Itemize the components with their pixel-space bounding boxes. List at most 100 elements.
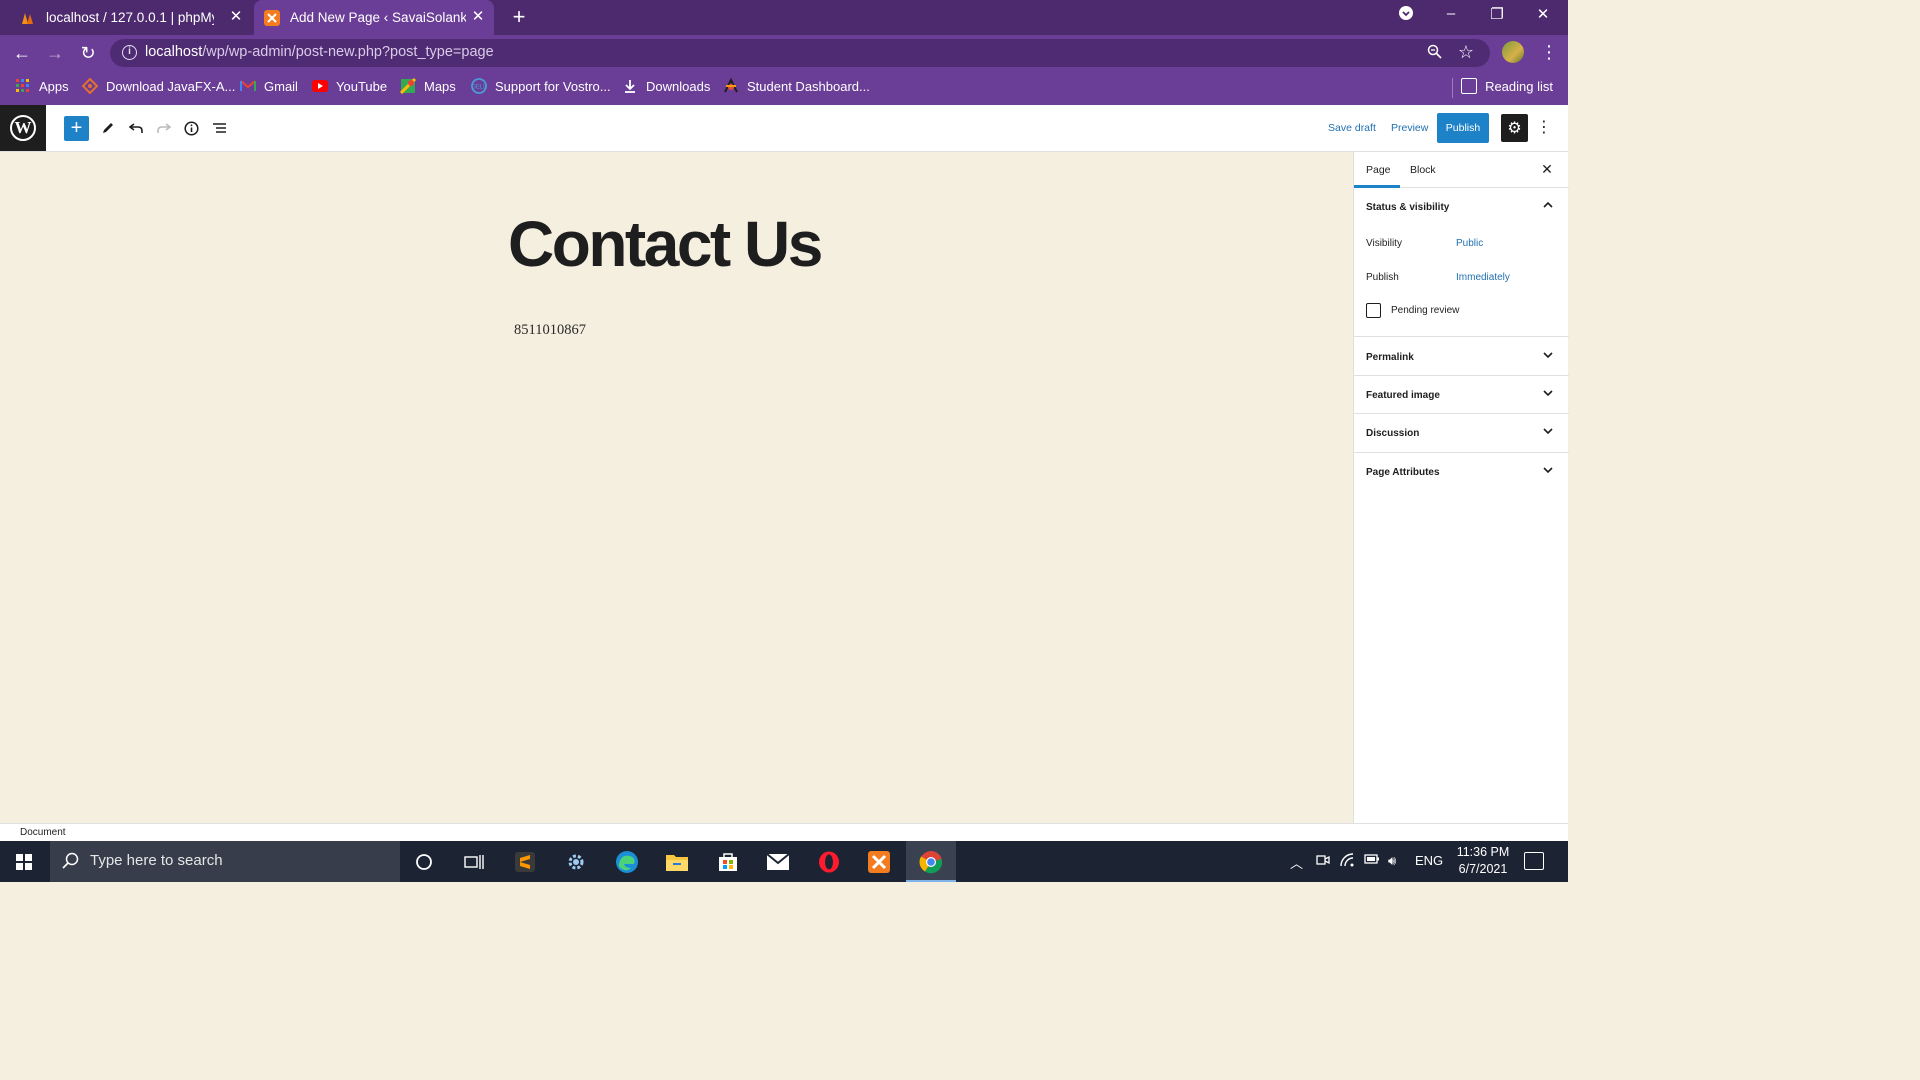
breadcrumb-document[interactable]: Document (20, 827, 66, 838)
tab-block[interactable]: Block (1410, 164, 1436, 176)
bookmark-divider (1452, 78, 1453, 98)
paragraph-block[interactable]: 8511010867 (514, 322, 586, 339)
clock-time: 11:36 PM (1456, 845, 1510, 859)
maps-icon (400, 78, 416, 94)
new-tab-button[interactable]: + (508, 6, 530, 28)
window-close-icon[interactable]: ✕ (1532, 5, 1554, 23)
browser-tab-strip: localhost / 127.0.0.1 | phpMyAdmin ✕ Add… (0, 0, 1568, 35)
edge-browser-icon[interactable] (614, 849, 640, 875)
publish-label: Publish (1366, 272, 1399, 283)
divider (1354, 452, 1569, 453)
task-view-icon[interactable] (461, 849, 487, 875)
editor-canvas[interactable]: Contact Us 8511010867 (0, 152, 1353, 823)
reading-list-button[interactable]: Reading list (1461, 78, 1553, 94)
undo-icon[interactable] (123, 115, 149, 141)
details-info-icon[interactable] (178, 115, 204, 141)
chevron-down-icon[interactable] (1542, 351, 1554, 362)
cortana-icon[interactable] (411, 849, 437, 875)
taskbar-search[interactable]: Type here to search (50, 841, 400, 882)
bookmark-label: Maps (424, 78, 456, 94)
close-icon[interactable]: ✕ (228, 9, 244, 25)
preview-button[interactable]: Preview (1391, 122, 1428, 134)
divider (1354, 375, 1569, 376)
reload-icon[interactable]: ↻ (76, 41, 100, 65)
panel-discussion[interactable]: Discussion (1366, 428, 1419, 439)
bookmark-downloads[interactable]: Downloads (622, 78, 710, 94)
settings-gear-icon[interactable]: ⚙ (1501, 114, 1528, 142)
bookmark-label: Gmail (264, 78, 298, 94)
tab-page[interactable]: Page (1366, 164, 1391, 176)
profile-avatar[interactable] (1502, 41, 1524, 63)
settings-gear-icon[interactable] (563, 849, 589, 875)
panel-page-attributes[interactable]: Page Attributes (1366, 467, 1440, 478)
windows-taskbar: Type here to search ︿ 🔊︎ ENG 11:36 PM 6/… (0, 841, 1568, 882)
meet-now-icon[interactable] (1316, 853, 1330, 870)
bookmark-javafx[interactable]: Download JavaFX-A... (82, 78, 235, 94)
file-explorer-icon[interactable] (664, 849, 690, 875)
panel-permalink[interactable]: Permalink (1366, 352, 1414, 363)
xampp-icon (264, 9, 280, 26)
mail-icon[interactable] (765, 849, 791, 875)
url-text[interactable]: localhost/wp/wp-admin/post-new.php?post_… (145, 44, 494, 60)
bookmark-student-dashboard[interactable]: Student Dashboard... (723, 78, 870, 94)
bookmark-label: Student Dashboard... (747, 78, 870, 94)
notifications-icon[interactable] (1524, 852, 1544, 870)
chrome-icon[interactable] (918, 849, 944, 875)
visibility-toggle[interactable]: Public (1456, 238, 1483, 249)
minimize-icon[interactable]: – (1440, 5, 1462, 22)
chevron-up-icon[interactable] (1542, 200, 1554, 211)
close-icon[interactable]: ✕ (1540, 161, 1554, 178)
publish-date-toggle[interactable]: Immediately (1456, 272, 1510, 283)
battery-icon[interactable] (1364, 853, 1380, 868)
wordpress-logo-icon[interactable]: W (0, 105, 46, 151)
chevron-down-icon[interactable] (1542, 427, 1554, 438)
more-options-icon[interactable]: ⋮ (1536, 117, 1552, 137)
panel-featured-image[interactable]: Featured image (1366, 390, 1440, 401)
chevron-down-icon[interactable] (1542, 389, 1554, 400)
bookmark-youtube[interactable]: YouTube (312, 78, 387, 94)
javafx-icon (82, 78, 98, 94)
zoom-icon[interactable] (1427, 44, 1442, 63)
chevron-down-icon[interactable] (1542, 466, 1554, 477)
pending-review-checkbox[interactable] (1366, 303, 1381, 318)
edit-tools-icon[interactable] (95, 115, 121, 141)
opera-icon[interactable] (816, 849, 842, 875)
forward-icon[interactable]: → (43, 41, 67, 65)
editor-header: W + Save draft Preview Publish ⚙ ⋮ (0, 105, 1568, 152)
browser-toolbar: ← → ↻ i localhost/wp/wp-admin/post-new.p… (0, 35, 1568, 70)
bookmark-apps[interactable]: Apps (15, 78, 69, 94)
back-icon[interactable]: ← (10, 41, 34, 65)
save-draft-button[interactable]: Save draft (1328, 122, 1376, 134)
add-block-button[interactable]: + (64, 116, 89, 141)
list-view-icon[interactable] (206, 115, 232, 141)
start-button[interactable] (0, 841, 48, 882)
panel-status-visibility[interactable]: Status & visibility (1366, 202, 1449, 213)
redo-icon[interactable] (151, 115, 177, 141)
wifi-icon[interactable] (1340, 853, 1355, 870)
microsoft-store-icon[interactable] (715, 849, 741, 875)
tab-phpmyadmin[interactable]: localhost / 127.0.0.1 | phpMyAdmin ✕ (12, 0, 252, 35)
info-icon[interactable]: i (122, 45, 137, 60)
browser-menu-icon[interactable]: ⋮ (1540, 42, 1558, 63)
publish-button[interactable]: Publish (1437, 113, 1489, 143)
address-bar[interactable]: i localhost/wp/wp-admin/post-new.php?pos… (110, 39, 1490, 67)
sublime-text-icon[interactable] (512, 849, 538, 875)
bookmark-star-icon[interactable]: ☆ (1458, 42, 1474, 63)
maximize-icon[interactable]: ❐ (1486, 5, 1508, 23)
youtube-icon (312, 78, 328, 94)
language-indicator[interactable]: ENG (1415, 853, 1443, 868)
bookmark-label: Download JavaFX-A... (106, 78, 236, 94)
tab-add-new-page[interactable]: Add New Page ‹ SavaiSolanki — WordPress … (254, 0, 494, 35)
system-clock[interactable]: 11:36 PM 6/7/2021 (1448, 844, 1518, 878)
show-hidden-icons-icon[interactable]: ︿ (1290, 853, 1303, 872)
bookmark-gmail[interactable]: Gmail (240, 78, 298, 94)
page-title[interactable]: Contact Us (508, 204, 823, 284)
bookmark-support-vostro[interactable]: DELL Support for Vostro... (471, 78, 611, 94)
tab-search-icon[interactable] (1395, 5, 1417, 25)
windows-logo-icon (16, 853, 32, 870)
close-icon[interactable]: ✕ (470, 9, 486, 25)
xampp-icon[interactable] (866, 849, 892, 875)
volume-icon[interactable]: 🔊︎ (1388, 853, 1396, 869)
bookmark-maps[interactable]: Maps (400, 78, 456, 94)
pending-review-label[interactable]: Pending review (1391, 305, 1459, 316)
